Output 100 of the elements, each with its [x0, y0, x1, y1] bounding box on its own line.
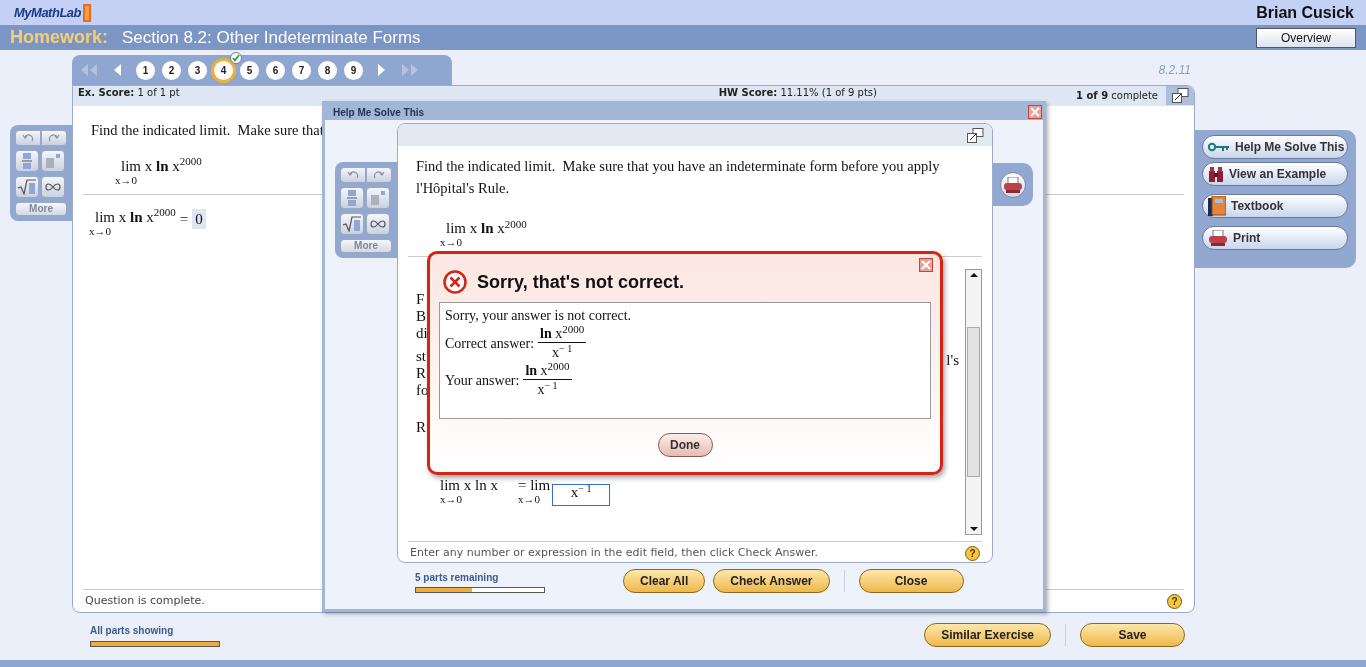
- square-root-button[interactable]: [15, 176, 39, 198]
- question-number[interactable]: 3: [188, 60, 207, 80]
- homework-label: Homework:: [10, 26, 108, 49]
- question-number[interactable]: 6: [266, 60, 285, 80]
- obscured-text: l's: [946, 351, 959, 370]
- feedback-message: Sorry, your answer is not correct.: [445, 307, 633, 324]
- user-name: Brian Cusick: [1256, 2, 1354, 23]
- done-button[interactable]: Done: [657, 433, 713, 457]
- undo-button[interactable]: [340, 167, 366, 183]
- obscured-text: st: [416, 348, 426, 365]
- exercise-score: Ex. Score: 1 of 1 pt: [78, 87, 180, 99]
- exponent-icon: [46, 154, 60, 168]
- infinity-icon: [370, 220, 386, 228]
- printer-icon: [1208, 230, 1228, 246]
- limit-subscript: x→0: [89, 224, 112, 237]
- close-button[interactable]: Close: [858, 569, 964, 593]
- error-title: Sorry, that's not correct.: [477, 270, 684, 294]
- question-text: Find the indicated limit. Make sure that: [91, 121, 324, 140]
- sidebar-button[interactable]: Help Me Solve This: [1202, 135, 1348, 159]
- similar-exercise-button[interactable]: Similar Exercise: [924, 623, 1051, 647]
- logo: MyMathLab: [14, 3, 81, 22]
- work-expression: lim x ln x: [440, 478, 498, 492]
- expand-icon[interactable]: [967, 127, 984, 143]
- infinity-icon: [45, 183, 61, 191]
- redo-icon: [48, 134, 60, 142]
- equals-sign: =: [179, 209, 189, 227]
- exponent-icon: [371, 191, 385, 205]
- redo-icon: [373, 171, 385, 179]
- question-text: Find the indicated limit. Make sure that you have an indeterminate form before you apply l'Hôpital's Rule.: [416, 157, 941, 198]
- obscured-text: di: [416, 325, 428, 342]
- redo-button[interactable]: [41, 130, 67, 146]
- help-button[interactable]: ?: [1167, 593, 1182, 609]
- dialog-title: Help Me Solve This: [333, 105, 425, 120]
- progress-label: All parts showing: [90, 624, 175, 638]
- scroll-down-icon[interactable]: [969, 524, 978, 534]
- answer-value: 0: [192, 208, 206, 229]
- fraction-button[interactable]: [15, 150, 39, 172]
- redo-button[interactable]: [366, 167, 392, 183]
- answer-expression: lim x ln x$^{2000}$: [94, 208, 176, 225]
- question-number[interactable]: 7: [292, 60, 311, 80]
- expand-icon[interactable]: [1171, 88, 1189, 103]
- infinity-button[interactable]: [366, 213, 390, 235]
- sidebar-button[interactable]: Print: [1202, 226, 1348, 250]
- logo-door-icon: [82, 3, 92, 22]
- limit-subscript: x→0: [115, 173, 138, 186]
- square-root-icon: [343, 216, 361, 232]
- fraction: ln x$^{2000}$ x$^{− 1}$: [538, 326, 587, 361]
- answer-input[interactable]: x$^{− 1}$: [552, 484, 611, 506]
- question-number[interactable]: 9: [344, 60, 363, 80]
- question-number[interactable]: 5: [240, 60, 259, 80]
- square-root-icon: [18, 179, 36, 195]
- fraction-icon: [22, 153, 32, 169]
- dialog-button[interactable]: Clear All: [623, 569, 706, 593]
- key-icon: [1208, 142, 1230, 152]
- fraction-button[interactable]: [340, 187, 364, 209]
- limit-expression: lim x ln x$^{2000}$: [120, 157, 202, 174]
- completion-count: 1 of 9 complete: [1076, 89, 1158, 102]
- obscured-text: R: [416, 365, 426, 382]
- obscured-text: R: [416, 419, 426, 436]
- error-icon: [443, 270, 467, 294]
- question-number[interactable]: 4: [214, 60, 233, 80]
- undo-button[interactable]: [15, 130, 41, 146]
- exercise-id: 8.2.11: [1158, 62, 1192, 79]
- binoculars-icon: [1208, 166, 1224, 182]
- printer-icon: [1003, 176, 1023, 193]
- limit-expression: lim x ln x$^{2000}$: [445, 220, 527, 236]
- status-text: Question is complete.: [85, 592, 205, 609]
- progress-label: 5 parts remaining: [415, 570, 500, 585]
- square-root-button[interactable]: [340, 213, 364, 235]
- instruction-text: Enter any number or expression in the edit field, then click Check Answer.: [410, 544, 819, 561]
- question-number[interactable]: 1: [136, 60, 155, 80]
- work-expression: = lim: [517, 478, 551, 492]
- assignment-title: Section 8.2: Other Indeterminate Forms: [122, 26, 421, 49]
- book-icon: [1208, 196, 1226, 216]
- scrollbar[interactable]: [965, 269, 982, 535]
- save-button[interactable]: Save: [1080, 623, 1185, 647]
- infinity-button[interactable]: [41, 176, 65, 198]
- print-button[interactable]: [1000, 171, 1026, 198]
- fraction: ln x$^{2000}$ x$^{− 1}$: [523, 363, 572, 398]
- homework-score: HW Score: 11.11% (1 of 9 pts): [718, 87, 877, 99]
- scroll-up-icon[interactable]: [969, 270, 978, 280]
- scroll-thumb[interactable]: [967, 327, 980, 477]
- dialog-button[interactable]: Check Answer: [713, 569, 830, 593]
- limit-subscript: x→0: [517, 492, 541, 506]
- undo-icon: [347, 171, 359, 179]
- overview-button[interactable]: Overview: [1256, 27, 1356, 48]
- answer-label: Correct answer:: [445, 335, 535, 353]
- question-number[interactable]: 2: [162, 60, 181, 80]
- help-button[interactable]: ?: [965, 545, 980, 561]
- sidebar-button[interactable]: Textbook: [1202, 194, 1348, 218]
- sidebar-button[interactable]: View an Example: [1202, 162, 1348, 186]
- limit-subscript: x→0: [440, 492, 463, 506]
- dialog-close-button[interactable]: [1028, 105, 1042, 119]
- obscured-text: B: [416, 308, 426, 325]
- answer-label: Your answer:: [445, 372, 520, 390]
- question-number[interactable]: 8: [318, 60, 337, 80]
- obscured-text: F: [416, 291, 425, 308]
- popup-close-button[interactable]: [919, 258, 933, 272]
- fraction-icon: [347, 190, 357, 206]
- limit-subscript: x→0: [440, 236, 463, 248]
